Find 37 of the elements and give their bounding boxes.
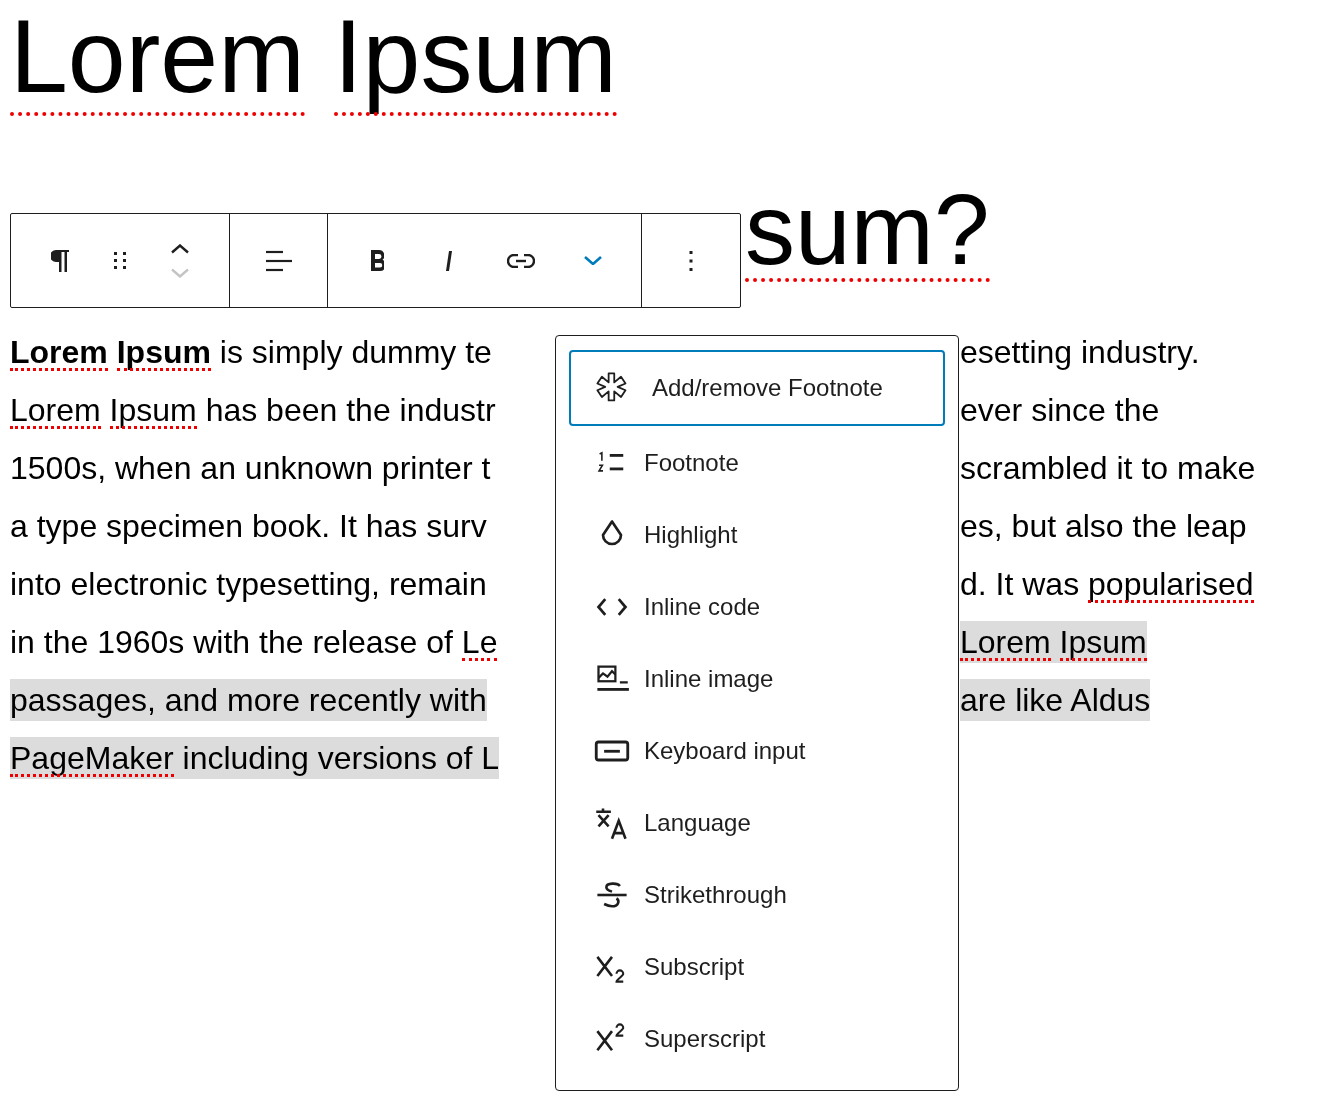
menu-item[interactable]: Add/remove Footnote <box>569 350 945 426</box>
paragraph-text: esetting industry. <box>960 333 1200 372</box>
menu-item[interactable]: Highlight <box>569 499 945 571</box>
paragraph-text: are like Aldus <box>960 679 1151 721</box>
paragraph-text: in the 1960s with the release of Le <box>10 623 498 663</box>
menu-item[interactable]: Subscript <box>569 931 945 1003</box>
paragraph-icon <box>50 248 70 273</box>
section-heading: sum? <box>745 178 990 280</box>
menu-item[interactable]: Footnote <box>569 427 945 499</box>
menu-item[interactable]: Language <box>569 787 945 859</box>
paragraph-text: Lorem Ipsum <box>960 621 1147 663</box>
paragraph-text: d. It was popularised <box>960 565 1254 605</box>
paragraph-text: ever since the <box>960 391 1160 430</box>
menu-item[interactable]: Inline image <box>569 643 945 715</box>
align-left-icon <box>264 249 293 272</box>
paragraph-text: es, but also the leap <box>960 507 1247 546</box>
link-icon <box>506 253 535 268</box>
paragraph-text: 1500s, when an unknown printer t <box>10 449 491 488</box>
paragraph-text: Lorem Ipsum has been the industr <box>10 391 496 431</box>
paragraph-text: PageMaker including versions of L <box>10 737 500 779</box>
chevron-down-icon <box>583 256 602 265</box>
more-options-icon <box>689 249 693 272</box>
paragraph-text: a type specimen book. It has surv <box>10 507 487 546</box>
chevron-down-icon <box>171 267 189 278</box>
paragraph-text: scrambled it to make <box>960 449 1256 488</box>
paragraph-text: Lorem Ipsum is simply dummy te <box>10 333 492 373</box>
chevron-up-icon <box>171 243 189 254</box>
menu-item[interactable]: Keyboard input <box>569 715 945 787</box>
menu-item[interactable]: Strikethrough <box>569 859 945 931</box>
italic-icon <box>444 249 453 272</box>
bold-icon <box>369 249 384 272</box>
page-title: Lorem Ipsum <box>10 0 617 112</box>
drag-handle-icon <box>113 251 127 270</box>
menu-item[interactable]: Inline code <box>569 571 945 643</box>
paragraph-text: into electronic typesetting, remain <box>10 565 487 604</box>
menu-item[interactable]: Superscript <box>569 1003 945 1075</box>
paragraph-text: passages, and more recently with <box>10 679 487 721</box>
